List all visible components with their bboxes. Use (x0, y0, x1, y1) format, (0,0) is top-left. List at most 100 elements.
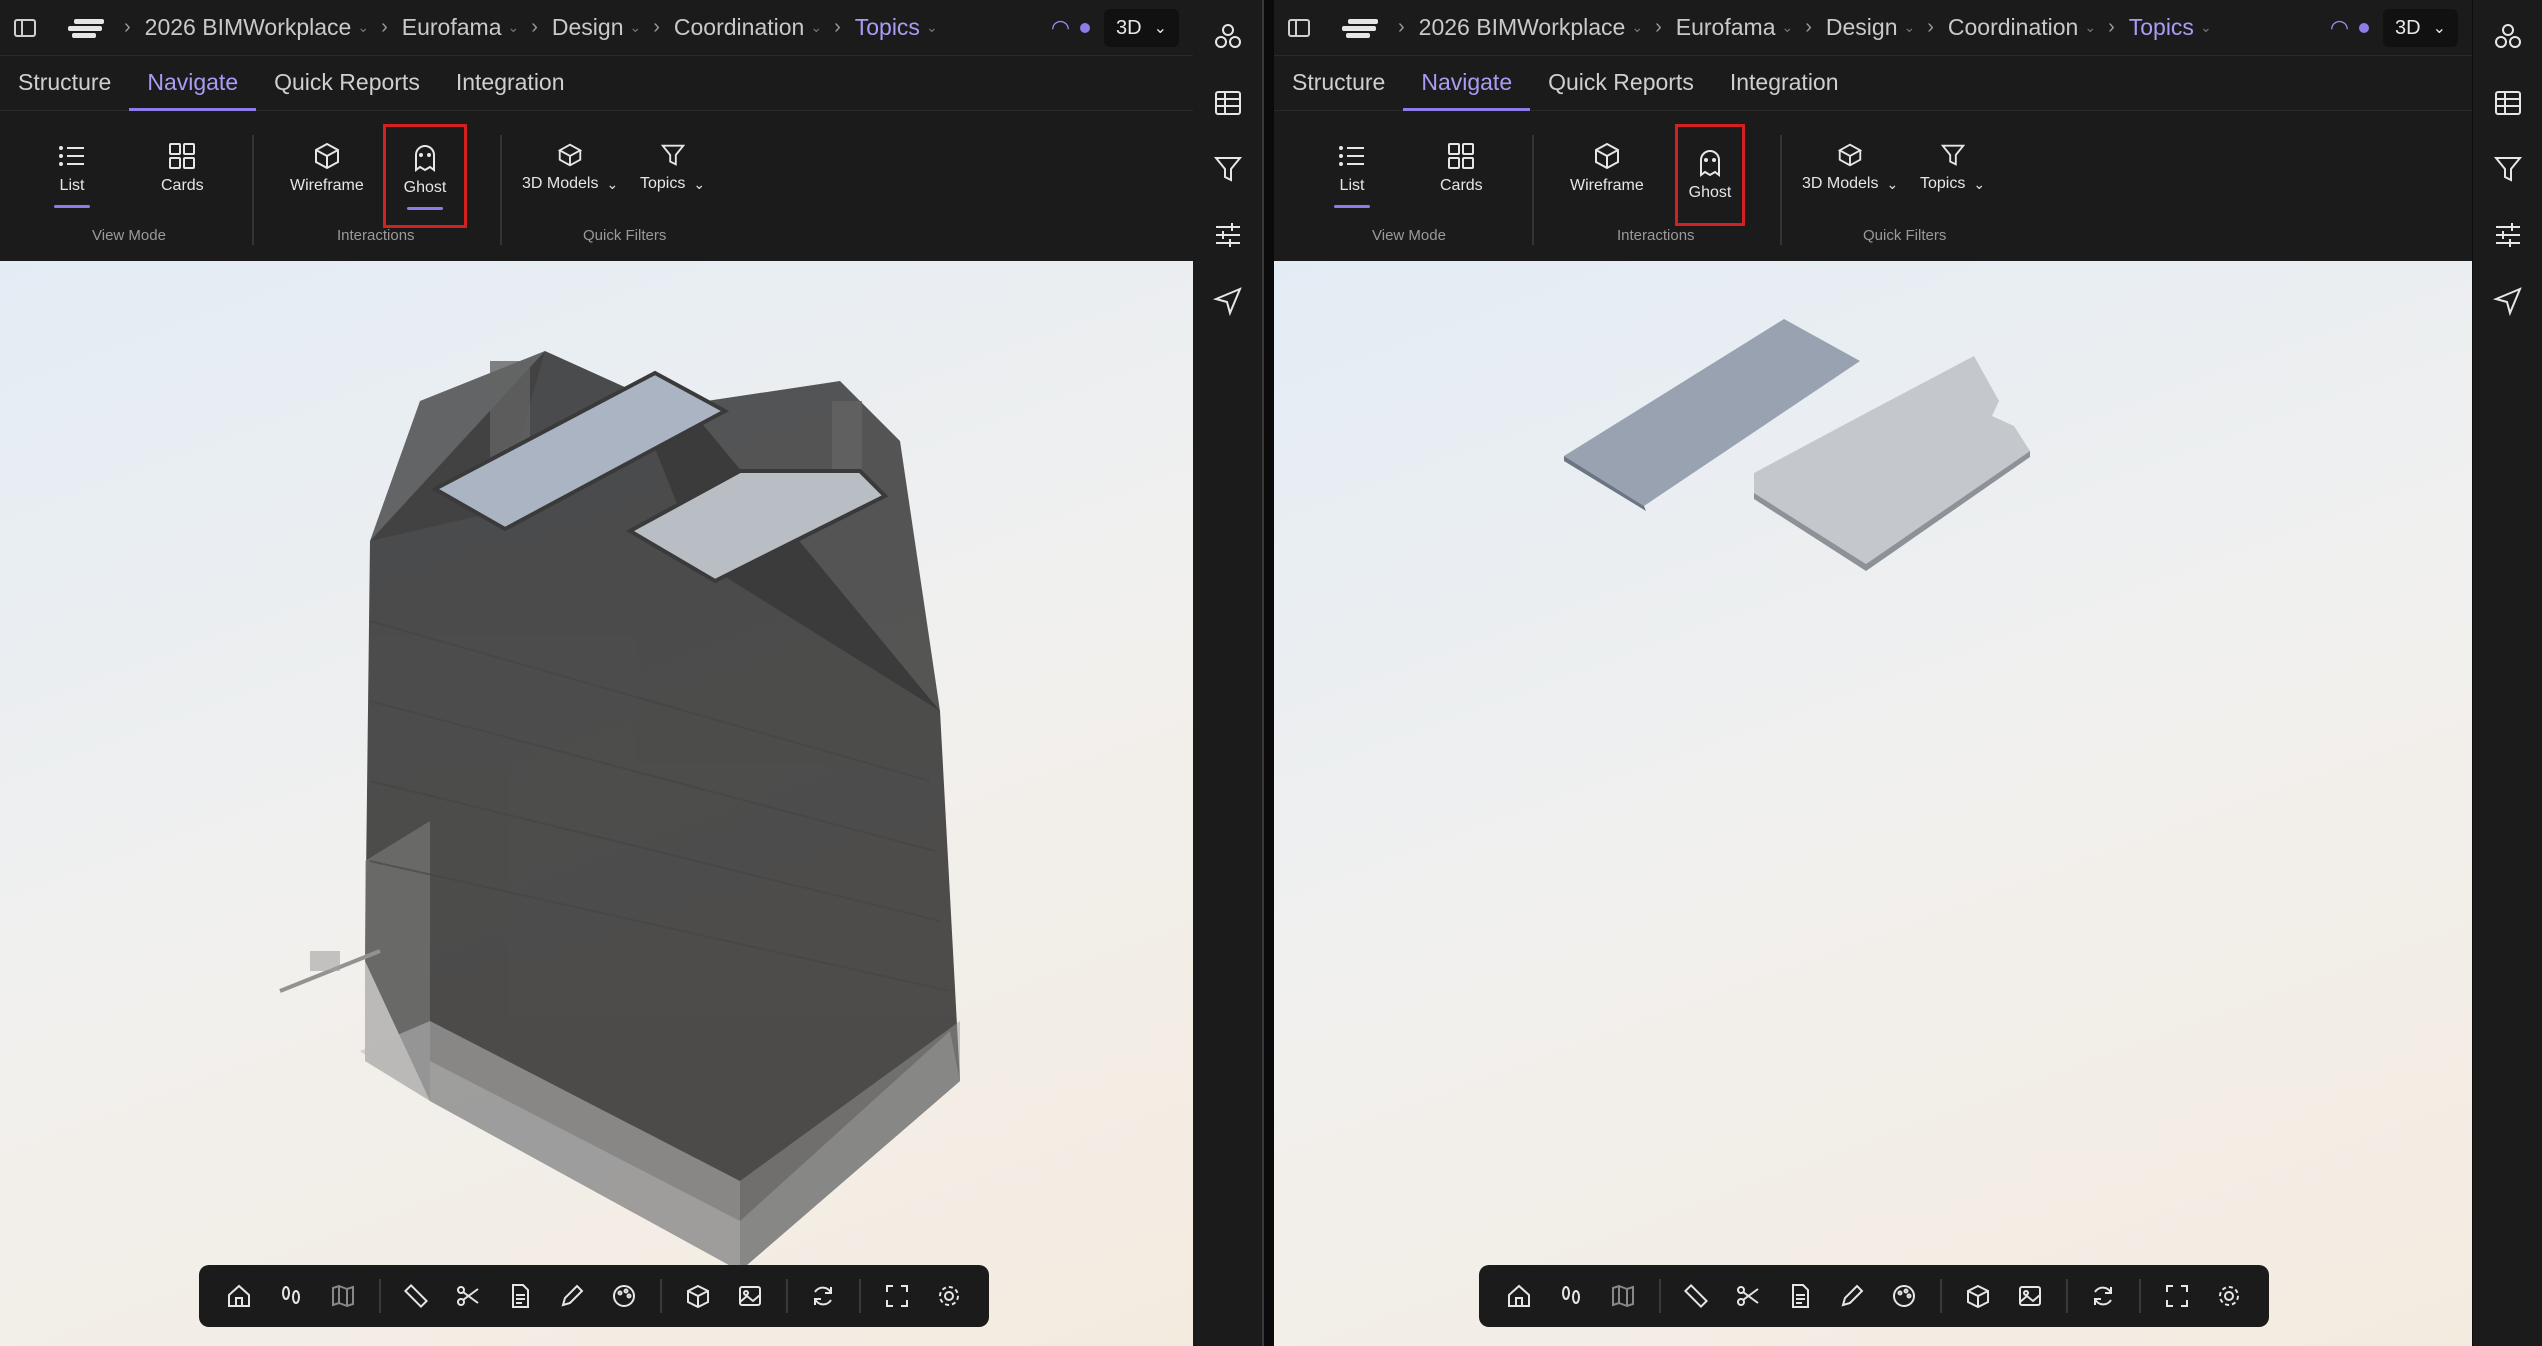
sidebar-toggle-icon[interactable] (14, 18, 36, 37)
crumb-project[interactable]: › 2026 BIMWorkplace ⌄ (112, 14, 369, 41)
tab-quick-reports[interactable]: Quick Reports (1530, 69, 1712, 110)
sidebar-toggle-icon[interactable] (1288, 18, 1310, 37)
sliders-rail-button[interactable] (1211, 218, 1245, 252)
3d-viewport[interactable] (1274, 261, 2472, 1346)
ribbon: List Cards View Mode Wireframe Ghost Int… (1274, 111, 2472, 261)
filter-icon (1213, 157, 1243, 182)
model-box-button[interactable] (672, 1271, 724, 1321)
cards-view-button[interactable]: Cards (1440, 141, 1483, 195)
tab-structure[interactable]: Structure (0, 69, 129, 110)
cards-icon (1448, 143, 1475, 169)
group-label-interactions: Interactions (337, 227, 415, 244)
reset-button[interactable] (2078, 1271, 2130, 1321)
3d-models-filter-dropdown[interactable]: 3D Models ⌄ (522, 141, 618, 193)
status-dot (1080, 23, 1091, 33)
refresh-icon (2094, 1286, 2113, 1306)
home-button[interactable] (1493, 1271, 1545, 1321)
section-button[interactable] (442, 1271, 494, 1321)
tab-integration[interactable]: Integration (1712, 69, 1857, 110)
list-view-button[interactable]: List (1334, 141, 1370, 208)
group-divider (500, 135, 502, 245)
crumb-client[interactable]: › Eurofama ⌄ (1643, 14, 1793, 41)
crumb-client[interactable]: › Eurofama ⌄ (369, 14, 519, 41)
wireframe-button[interactable]: Wireframe (1570, 141, 1644, 195)
snapshot-button[interactable] (724, 1271, 776, 1321)
image-icon (2018, 1286, 2041, 1306)
map-button[interactable] (317, 1271, 369, 1321)
model-box-button[interactable] (1952, 1271, 2004, 1321)
settings-button[interactable] (2203, 1271, 2255, 1321)
appearance-button[interactable] (1878, 1271, 1930, 1321)
snapshot-button[interactable] (2004, 1271, 2056, 1321)
topics-filter-dropdown[interactable]: Topics ⌄ (1920, 141, 1985, 193)
sliders-rail-button[interactable] (2491, 218, 2525, 252)
document-button[interactable] (494, 1271, 546, 1321)
tab-structure[interactable]: Structure (1274, 69, 1403, 110)
ribbon: List Cards View Mode Wireframe Ghost Int… (0, 111, 1193, 261)
ghost-building-model[interactable] (0, 261, 1193, 1346)
connection-icon: ◠ (2329, 15, 2350, 40)
filter-icon (2493, 157, 2523, 182)
filter-rail-button[interactable] (2491, 152, 2525, 186)
ghost-button[interactable]: Ghost (383, 124, 467, 228)
crumb-current[interactable]: › Topics ⌄ (822, 14, 938, 41)
models-rail-button[interactable] (1211, 20, 1245, 54)
split-divider[interactable] (1262, 0, 1274, 1346)
table-rail-button[interactable] (1211, 86, 1245, 120)
table-rail-button[interactable] (2491, 86, 2525, 120)
document-button[interactable] (1774, 1271, 1826, 1321)
navigate-rail-button[interactable] (1211, 284, 1245, 318)
wireframe-button[interactable]: Wireframe (290, 141, 364, 195)
tab-bar: Structure Navigate Quick Reports Integra… (1274, 56, 2472, 111)
reset-button[interactable] (798, 1271, 850, 1321)
cards-view-button[interactable]: Cards (161, 141, 204, 195)
crumb-area[interactable]: › Coordination ⌄ (641, 14, 822, 41)
3d-viewport[interactable] (0, 261, 1193, 1346)
app-logo[interactable] (1342, 17, 1378, 39)
image-icon (738, 1286, 761, 1306)
ghost-icon (415, 144, 435, 172)
tab-integration[interactable]: Integration (438, 69, 583, 110)
home-icon (227, 1284, 250, 1307)
breadcrumb: › 2026 BIMWorkplace ⌄ › Eurofama ⌄ › Design ⌄ … (112, 14, 938, 41)
3d-models-filter-dropdown[interactable]: 3D Models ⌄ (1802, 141, 1898, 193)
tab-quick-reports[interactable]: Quick Reports (256, 69, 438, 110)
view-mode-dropdown[interactable]: 3D ⌄ (1104, 9, 1179, 47)
refresh-icon (814, 1286, 833, 1306)
topics-filter-dropdown[interactable]: Topics ⌄ (640, 141, 705, 193)
ruler-icon (1684, 1283, 1709, 1309)
models-rail-button[interactable] (2491, 20, 2525, 54)
settings-button[interactable] (923, 1271, 975, 1321)
ghost-button[interactable]: Ghost (1675, 124, 1745, 226)
crumb-current[interactable]: › Topics ⌄ (2096, 14, 2212, 41)
fullscreen-button[interactable] (871, 1271, 923, 1321)
pencil-icon (1841, 1284, 1864, 1307)
fullscreen-button[interactable] (2151, 1271, 2203, 1321)
crumb-phase[interactable]: › Design ⌄ (519, 14, 641, 41)
filter-rail-button[interactable] (1211, 152, 1245, 186)
crumb-area[interactable]: › Coordination ⌄ (1915, 14, 2096, 41)
markup-button[interactable] (546, 1271, 598, 1321)
measure-button[interactable] (1671, 1271, 1723, 1321)
app-logo[interactable] (68, 17, 104, 39)
view-mode-dropdown[interactable]: 3D ⌄ (2383, 9, 2458, 47)
tab-navigate[interactable]: Navigate (129, 69, 256, 111)
walk-button[interactable] (1545, 1271, 1597, 1321)
group-label-view-mode: View Mode (1372, 227, 1446, 244)
measure-button[interactable] (391, 1271, 443, 1321)
settings-icon (939, 1286, 960, 1306)
map-icon (1611, 1284, 1634, 1308)
home-button[interactable] (213, 1271, 265, 1321)
connection-icon: ◠ (1050, 15, 1071, 40)
walk-button[interactable] (265, 1271, 317, 1321)
markup-button[interactable] (1826, 1271, 1878, 1321)
section-button[interactable] (1722, 1271, 1774, 1321)
isolated-slabs-model[interactable] (1274, 261, 2472, 1346)
tab-navigate[interactable]: Navigate (1403, 69, 1530, 111)
crumb-project[interactable]: › 2026 BIMWorkplace ⌄ (1386, 14, 1643, 41)
list-view-button[interactable]: List (54, 141, 90, 208)
crumb-phase[interactable]: › Design ⌄ (1793, 14, 1915, 41)
navigate-rail-button[interactable] (2491, 284, 2525, 318)
map-button[interactable] (1597, 1271, 1649, 1321)
appearance-button[interactable] (598, 1271, 650, 1321)
